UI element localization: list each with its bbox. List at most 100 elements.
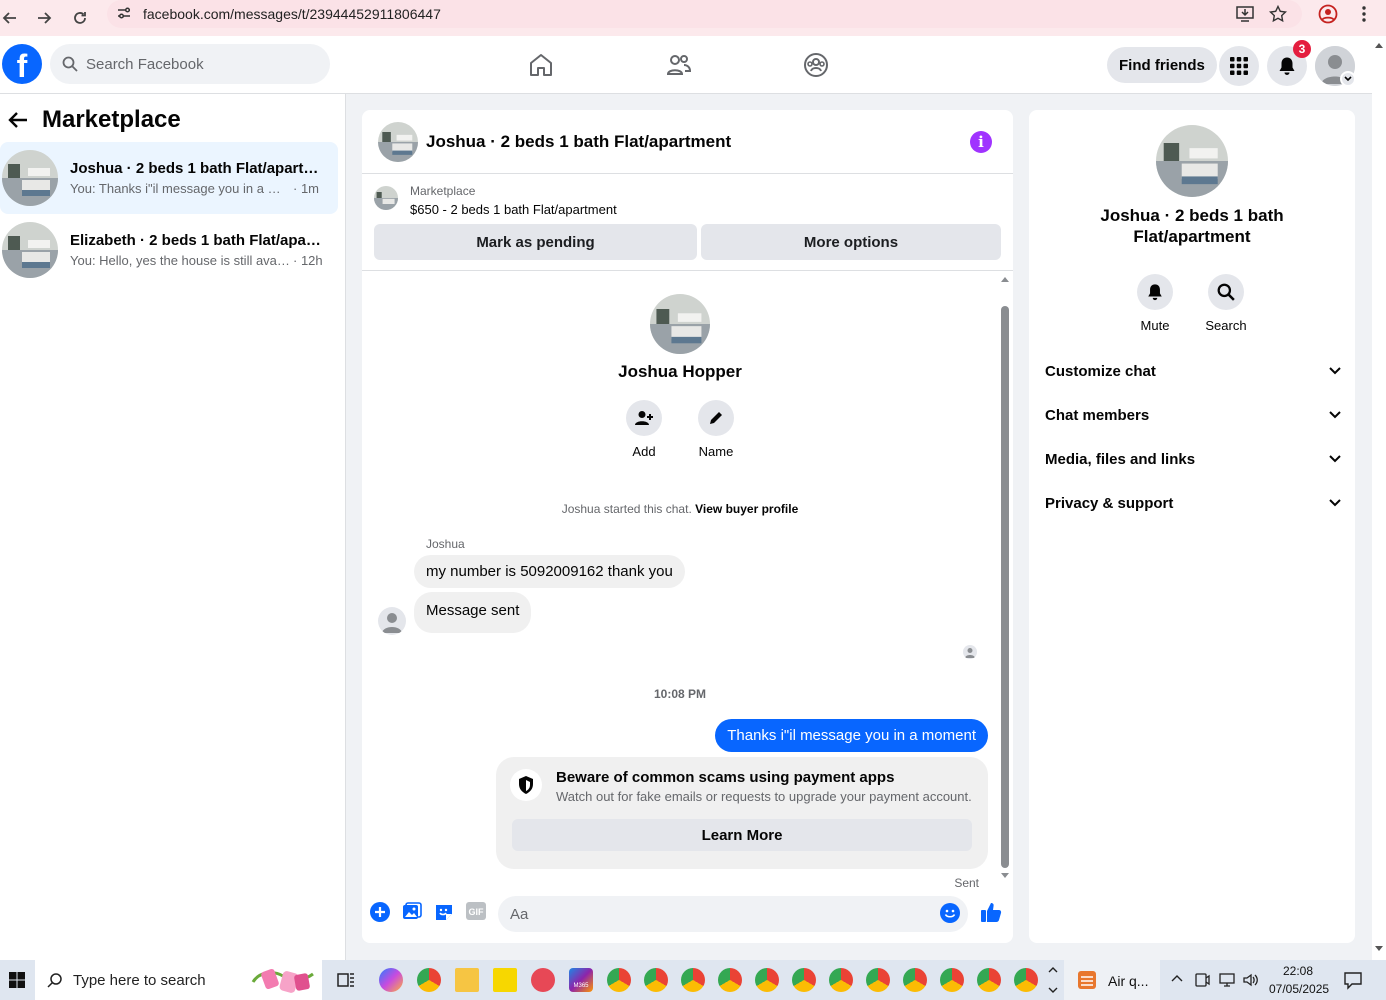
chrome-icon[interactable] (417, 968, 441, 992)
tray-chevron-icon[interactable] (1171, 974, 1183, 982)
mute-button[interactable]: Mute (1125, 274, 1185, 333)
message-timestamp: 10:08 PM (653, 687, 707, 701)
back-arrow-icon[interactable] (8, 111, 28, 129)
sticker-icon[interactable] (434, 902, 456, 924)
network-icon[interactable] (1218, 972, 1236, 988)
notification-badge: 3 (1293, 40, 1311, 58)
taskbar-overflow-arrows[interactable] (1046, 962, 1060, 998)
forward-icon[interactable] (26, 0, 62, 36)
add-button[interactable]: Add (609, 400, 679, 459)
search-icon (62, 56, 78, 72)
chrome-profile-10-icon[interactable] (940, 968, 964, 992)
info-name: Joshua · 2 beds 1 bath Flat/apartment (1100, 206, 1284, 246)
reload-icon[interactable] (62, 0, 98, 36)
message-thread[interactable]: Joshua Hopper Add Name Joshua started th… (362, 272, 1013, 890)
chrome-profile-9-icon[interactable] (903, 968, 927, 992)
menu-grid-button[interactable] (1219, 46, 1259, 86)
sender-avatar[interactable] (378, 607, 406, 635)
weather-widget[interactable]: Air q... (1064, 960, 1160, 1000)
taskbar-search-input[interactable]: Type here to search (35, 960, 322, 1000)
chat-title[interactable]: Joshua · 2 beds 1 bath Flat/apartment (426, 132, 731, 152)
facebook-logo[interactable]: f (2, 44, 42, 84)
outgoing-message[interactable]: Thanks i"il message you in a moment (715, 719, 988, 752)
chrome-profile-3-icon[interactable] (681, 968, 705, 992)
file-explorer-icon[interactable] (455, 968, 479, 992)
chat-info-panel: Joshua · 2 beds 1 bath Flat/apartment Mu… (1029, 110, 1355, 943)
clock-date[interactable]: 07/05/2025 (1269, 982, 1329, 996)
friends-icon[interactable] (666, 52, 692, 78)
emoji-icon[interactable] (940, 903, 962, 925)
chat-scrollbar-thumb[interactable] (1001, 306, 1009, 868)
sticky-notes-icon[interactable] (493, 968, 517, 992)
search-icon (1217, 283, 1235, 301)
contact-avatar[interactable] (650, 294, 710, 354)
thumbs-up-icon[interactable] (980, 901, 1002, 923)
learn-more-button[interactable]: Learn More (512, 819, 972, 851)
chrome-profile-7-icon[interactable] (829, 968, 853, 992)
bookmark-star-icon[interactable] (1266, 4, 1290, 24)
conversation-time: · 1m (293, 181, 319, 196)
chrome-profile-8-icon[interactable] (866, 968, 890, 992)
back-icon[interactable] (0, 0, 28, 36)
listing-price[interactable]: $650 - 2 beds 1 bath Flat/apartment (410, 202, 617, 217)
chat-members-section[interactable]: Chat members (1045, 395, 1341, 435)
chrome-profile-1-icon[interactable] (607, 968, 631, 992)
customize-chat-section[interactable]: Customize chat (1045, 351, 1341, 391)
chrome-profile-2-icon[interactable] (644, 968, 668, 992)
message-input[interactable]: Aa (498, 896, 968, 932)
clock-time[interactable]: 22:08 (1283, 964, 1313, 978)
chat-avatar[interactable] (378, 121, 418, 162)
chat-scrollbar[interactable] (998, 272, 1013, 887)
incoming-message[interactable]: Message sent (414, 592, 532, 633)
conversation-item-joshua[interactable]: Joshua · 2 beds 1 bath Flat/apartm... Yo… (0, 142, 338, 214)
find-friends-button[interactable]: Find friends (1107, 47, 1217, 83)
chrome-profile-6-icon[interactable] (792, 968, 816, 992)
taskbar-search-placeholder: Type here to search (73, 971, 206, 989)
view-buyer-profile-link[interactable]: View buyer profile (695, 502, 798, 516)
chrome-profile-5-icon[interactable] (755, 968, 779, 992)
chrome-profile-12-icon[interactable] (1014, 968, 1038, 992)
conversation-item-elizabeth[interactable]: Elizabeth · 2 beds 1 bath Flat/apart... … (0, 214, 338, 286)
account-chevron-icon[interactable] (1340, 71, 1356, 87)
search-label: Search (1205, 318, 1247, 333)
plus-circle-icon[interactable] (370, 902, 392, 924)
scam-warning-title: Beware of common scams using payment app… (556, 769, 895, 786)
facebook-search-input[interactable]: Search Facebook (50, 44, 330, 84)
windows-start-icon[interactable] (0, 960, 34, 1000)
browser-menu-icon[interactable] (1352, 4, 1376, 24)
mark-as-pending-button[interactable]: Mark as pending (374, 224, 697, 260)
info-avatar[interactable] (1156, 125, 1228, 197)
meet-now-icon[interactable] (1194, 972, 1210, 988)
window-scrollbar[interactable] (1372, 36, 1386, 960)
facebook-header: f Search Facebook Find friends 3 (0, 36, 1372, 94)
chrome-profile-4-icon[interactable] (718, 968, 742, 992)
copilot-icon[interactable] (379, 968, 403, 992)
task-view-icon[interactable] (334, 968, 358, 992)
mute-label: Mute (1140, 318, 1170, 333)
chrome-profile-11-icon[interactable] (977, 968, 1001, 992)
gif-icon[interactable]: GIF (466, 902, 488, 924)
section-label: Media, files and links (1045, 450, 1196, 468)
site-settings-icon[interactable] (115, 4, 133, 22)
chrome-profile-icon[interactable] (1316, 4, 1340, 24)
address-bar[interactable]: facebook.com/messages/t/2394445291180644… (107, 0, 1302, 28)
privacy-support-section[interactable]: Privacy & support (1045, 483, 1341, 523)
m365-icon[interactable]: M365 (569, 968, 593, 992)
sidebar-header: Marketplace (8, 106, 181, 134)
more-options-button[interactable]: More options (701, 224, 1001, 260)
name-button[interactable]: Name (681, 400, 751, 459)
groups-icon[interactable] (803, 52, 829, 78)
incoming-message[interactable]: my number is 5092009162 thank you (414, 555, 685, 588)
listing-thumbnail (2, 150, 58, 206)
snipping-tool-icon[interactable] (531, 968, 555, 992)
install-app-icon[interactable] (1233, 4, 1257, 24)
photo-icon[interactable] (402, 902, 424, 924)
home-icon[interactable] (528, 52, 554, 78)
url-text: facebook.com/messages/t/2394445291180644… (143, 6, 441, 22)
volume-icon[interactable] (1242, 972, 1260, 988)
listing-thumbnail[interactable] (374, 186, 398, 210)
search-in-chat-button[interactable]: Search (1196, 274, 1256, 333)
notification-center-icon[interactable] (1343, 970, 1363, 990)
conversation-info-icon[interactable]: i (970, 131, 992, 153)
media-files-links-section[interactable]: Media, files and links (1045, 439, 1341, 479)
